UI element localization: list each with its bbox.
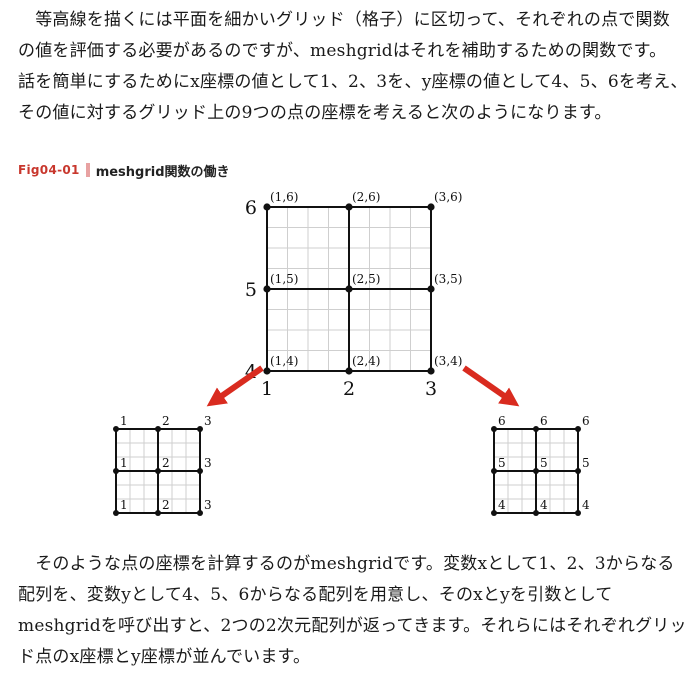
grid-point bbox=[575, 426, 581, 432]
grid-point bbox=[263, 367, 271, 375]
point-label: (2,6) bbox=[352, 190, 380, 204]
value-label: 6 bbox=[582, 414, 590, 428]
text-line: の値を評価する必要があるのですが、meshgridはそれを補助するための関数です… bbox=[18, 41, 667, 61]
point-label: (3,4) bbox=[434, 354, 462, 368]
value-label: 1 bbox=[120, 414, 128, 428]
point-label: (3,6) bbox=[434, 190, 462, 204]
grid-point bbox=[533, 468, 539, 474]
grid-point bbox=[345, 367, 353, 375]
grid-point bbox=[575, 468, 581, 474]
text-line: ド点のx座標とy座標が並んでいます。 bbox=[18, 647, 311, 667]
text-line: そのような点の座標を計算するのがmeshgridです。変数xとして1、2、3から… bbox=[18, 554, 675, 574]
point-label: (1,4) bbox=[270, 354, 298, 368]
main-grid: (1,6) (2,6) (3,6) (1,5) (2,5) (3,5) (1,4) (2,4)… bbox=[245, 190, 463, 400]
y-tick-label: 6 bbox=[245, 197, 257, 219]
grid-point bbox=[197, 468, 203, 474]
point-label: (1,6) bbox=[270, 190, 298, 204]
value-label: 2 bbox=[162, 498, 170, 512]
grid-point bbox=[197, 510, 203, 516]
grid-point bbox=[113, 510, 119, 516]
grid-point bbox=[345, 285, 353, 293]
value-label: 6 bbox=[498, 414, 506, 428]
grid-point bbox=[533, 426, 539, 432]
text-line: 配列を、変数yとして4、5、6からなる配列を用意し、そのxとyを引数として bbox=[18, 585, 613, 605]
y-values-grid: 6 6 6 5 5 5 4 4 4 bbox=[491, 414, 590, 516]
value-label: 2 bbox=[162, 456, 170, 470]
value-label: 5 bbox=[540, 456, 548, 470]
grid-point bbox=[491, 510, 497, 516]
y-tick-label: 5 bbox=[245, 279, 257, 301]
value-label: 4 bbox=[498, 498, 506, 512]
grid-point bbox=[575, 510, 581, 516]
x-tick-label: 1 bbox=[261, 378, 273, 400]
grid-point bbox=[491, 426, 497, 432]
grid-point bbox=[533, 510, 539, 516]
x-values-grid: 1 2 3 1 2 3 1 2 3 bbox=[113, 414, 212, 516]
grid-point bbox=[155, 468, 161, 474]
value-label: 4 bbox=[540, 498, 548, 512]
grid-point bbox=[427, 203, 435, 211]
value-label: 5 bbox=[582, 456, 590, 470]
caption-bar bbox=[85, 163, 90, 177]
grid-point bbox=[113, 426, 119, 432]
grid-point bbox=[345, 203, 353, 211]
text-line: 等高線を描くには平面を細かいグリッド（格子）に区切って、それぞれの点で関数 bbox=[18, 10, 670, 30]
figure-number: Fig04-01 bbox=[18, 163, 80, 177]
value-label: 1 bbox=[120, 498, 128, 512]
text-line: 話を簡単にするためにx座標の値として1、2、3を、y座標の値として4、5、6を考… bbox=[18, 72, 686, 92]
grid-point bbox=[491, 468, 497, 474]
figure-title: meshgrid関数の働き bbox=[95, 164, 230, 180]
x-tick-label: 2 bbox=[343, 378, 355, 400]
x-tick-label: 3 bbox=[425, 378, 437, 400]
text-line: その値に対するグリッド上の9つの点の座標を考えると次のようになります。 bbox=[18, 103, 612, 123]
grid-point bbox=[155, 426, 161, 432]
grid-point bbox=[197, 426, 203, 432]
value-label: 3 bbox=[204, 456, 212, 470]
grid-point bbox=[263, 203, 271, 211]
value-label: 1 bbox=[120, 456, 128, 470]
arrow-right-icon bbox=[462, 365, 520, 407]
point-label: (2,4) bbox=[352, 354, 380, 368]
value-label: 6 bbox=[540, 414, 548, 428]
figure-caption: Fig04-01 meshgrid関数の働き bbox=[18, 160, 230, 180]
value-label: 5 bbox=[498, 456, 506, 470]
grid-point bbox=[427, 367, 435, 375]
value-label: 2 bbox=[162, 414, 170, 428]
text-line: meshgridを呼び出すと、2つの2次元配列が返ってきます。それらにはそれぞれ… bbox=[18, 616, 686, 636]
arrow-left-icon bbox=[206, 365, 264, 407]
point-label: (2,5) bbox=[352, 272, 380, 286]
explanation-paragraph: そのような点の座標を計算するのがmeshgridです。変数xとして1、2、3から… bbox=[18, 549, 686, 673]
point-label: (3,5) bbox=[434, 272, 462, 286]
grid-point bbox=[427, 285, 435, 293]
value-label: 3 bbox=[204, 414, 212, 428]
value-label: 3 bbox=[204, 498, 212, 512]
intro-paragraph: 等高線を描くには平面を細かいグリッド（格子）に区切って、それぞれの点で関数 の値… bbox=[18, 5, 686, 129]
grid-point bbox=[155, 510, 161, 516]
meshgrid-figure: (1,6) (2,6) (3,6) (1,5) (2,5) (3,5) (1,4) (2,4)… bbox=[113, 190, 590, 516]
point-label: (1,5) bbox=[270, 272, 298, 286]
grid-point bbox=[263, 285, 271, 293]
value-label: 4 bbox=[582, 498, 590, 512]
grid-point bbox=[113, 468, 119, 474]
